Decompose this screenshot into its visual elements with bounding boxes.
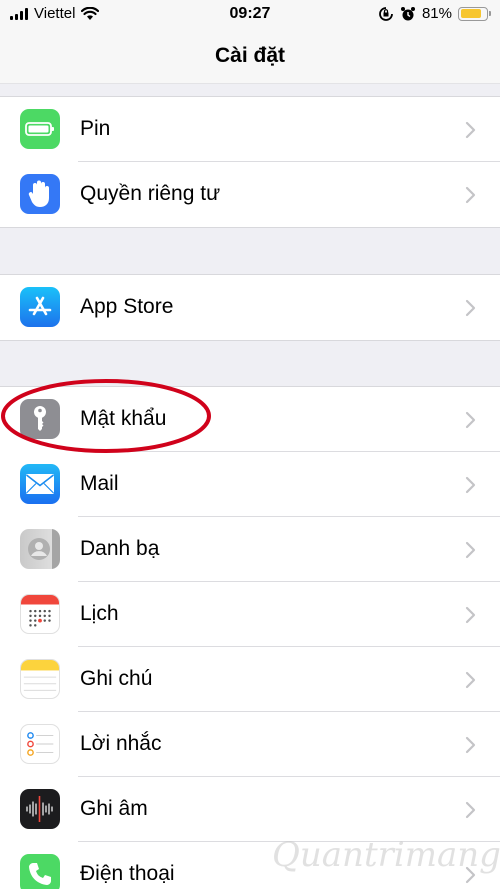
settings-row-label: Danh bạ: [80, 537, 160, 560]
chevron-right-icon: [465, 736, 476, 754]
settings-row-label: Ghi âm: [80, 797, 148, 820]
settings-row-label: Mật khẩu: [80, 407, 167, 430]
settings-row-label: App Store: [80, 295, 174, 318]
calendar-icon: [20, 594, 60, 634]
battery-icon: [458, 6, 491, 21]
chevron-right-icon: [465, 186, 476, 204]
mail-icon: [20, 464, 60, 504]
battery-icon: [20, 109, 60, 149]
settings-row-pin[interactable]: Pin: [0, 97, 500, 162]
settings-row-app-store[interactable]: App Store: [0, 275, 500, 340]
settings-group-2: App Store: [0, 274, 500, 341]
chevron-right-icon: [465, 606, 476, 624]
page-title: Cài đặt: [214, 44, 285, 67]
chevron-right-icon: [465, 541, 476, 559]
settings-row-calendar[interactable]: Lịch: [0, 582, 500, 647]
contacts-icon: [20, 529, 60, 569]
settings-row-label: Lời nhắc: [80, 732, 162, 755]
settings-row-label: Quyền riêng tư: [80, 182, 221, 205]
voice-memos-icon: [20, 789, 60, 829]
settings-row-label: Ghi chú: [80, 667, 153, 690]
reminders-icon: [20, 724, 60, 764]
status-right: 81%: [378, 5, 491, 22]
settings-row-voice-memos[interactable]: Ghi âm: [0, 777, 500, 842]
settings-group-3: Mật khẩu Mail Danh bạ Lịch Ghi chú Lời n…: [0, 386, 500, 889]
settings-row-contacts[interactable]: Danh bạ: [0, 517, 500, 582]
alarm-icon: [400, 6, 415, 20]
settings-row-label: Điện thoại: [80, 862, 175, 885]
app-store-icon: [20, 287, 60, 327]
navigation-bar: Cài đặt: [0, 30, 500, 84]
battery-percent: 81%: [421, 5, 452, 22]
chevron-right-icon: [465, 121, 476, 139]
chevron-right-icon: [465, 299, 476, 317]
settings-row-label: Pin: [80, 117, 111, 140]
notes-icon: [20, 659, 60, 699]
watermark-logo: Quantrimang: [272, 835, 500, 875]
chevron-right-icon: [465, 801, 476, 819]
status-bar: Viettel 09:27 81%: [0, 0, 500, 30]
chevron-right-icon: [465, 671, 476, 689]
settings-row-reminders[interactable]: Lời nhắc: [0, 712, 500, 777]
rotation-lock-icon: [379, 6, 393, 21]
key-icon: [20, 399, 60, 439]
settings-row-notes[interactable]: Ghi chú: [0, 647, 500, 712]
settings-row-label: Lịch: [80, 602, 119, 625]
settings-row-passwords[interactable]: Mật khẩu: [0, 387, 500, 452]
battery-fill: [460, 9, 481, 18]
phone-icon: [20, 854, 60, 889]
chevron-right-icon: [465, 476, 476, 494]
chevron-right-icon: [465, 411, 476, 429]
settings-row-privacy[interactable]: Quyền riêng tư: [0, 162, 500, 227]
settings-row-mail[interactable]: Mail: [0, 452, 500, 517]
settings-row-label: Mail: [80, 472, 119, 495]
hand-icon: [20, 174, 60, 214]
settings-group-1: Pin Quyền riêng tư: [0, 96, 500, 228]
